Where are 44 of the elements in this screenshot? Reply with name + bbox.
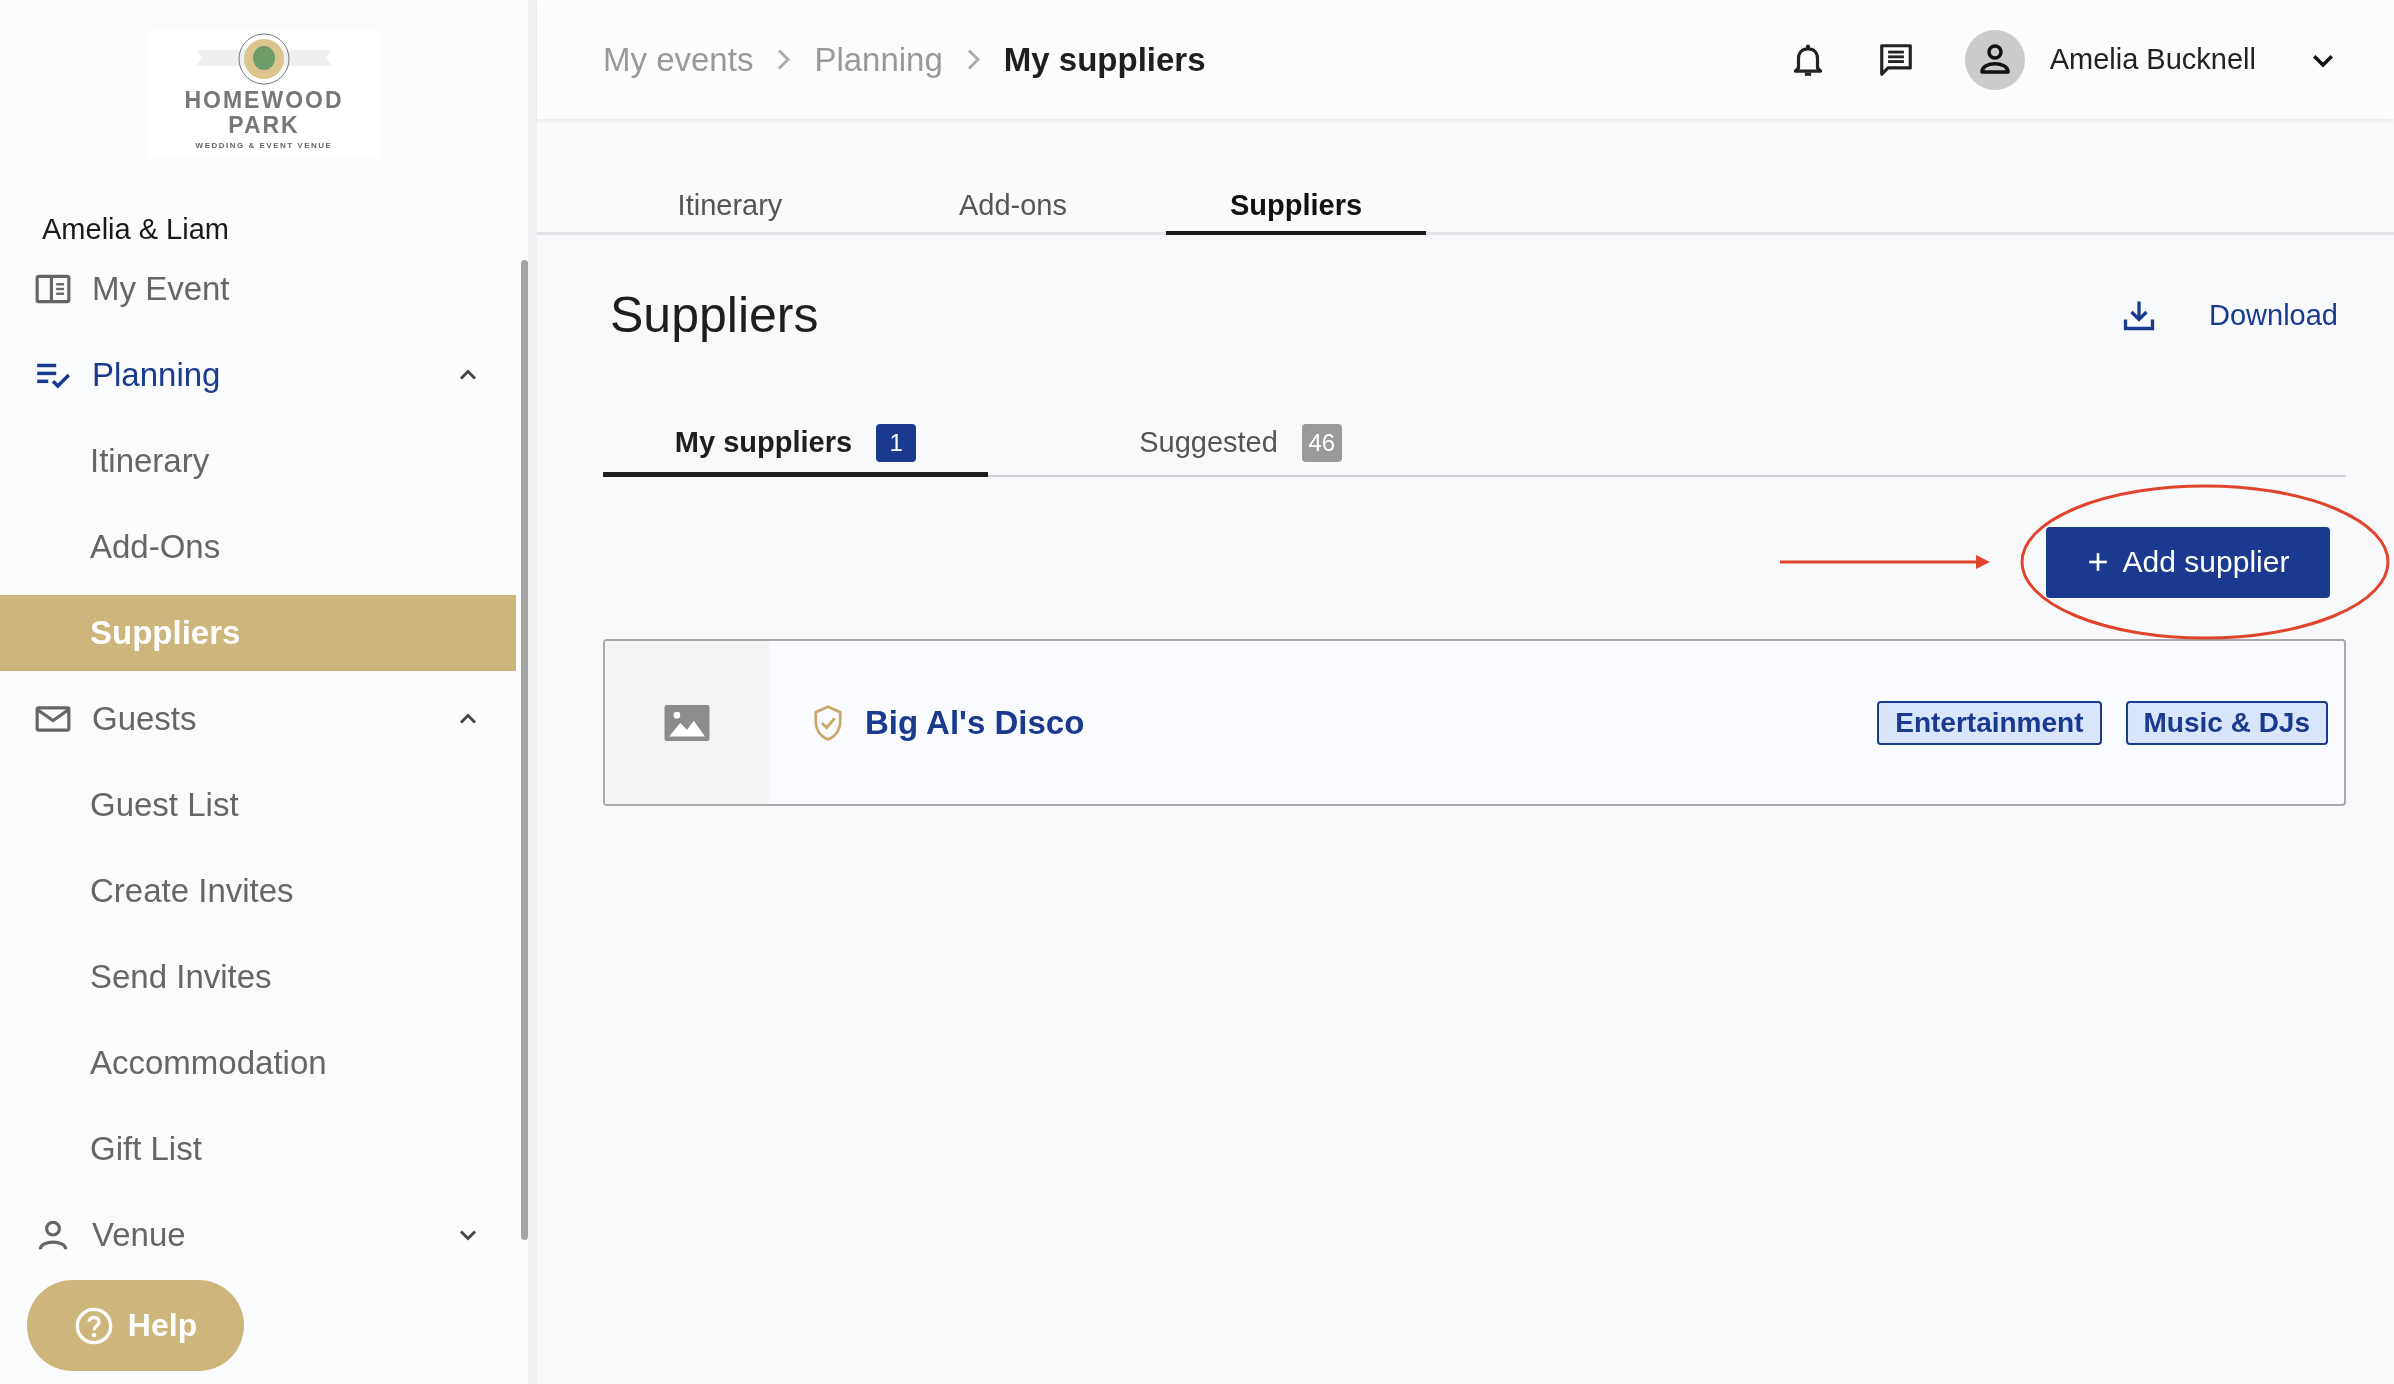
- sidebar-subitem[interactable]: Send Invites: [0, 939, 516, 1015]
- sidebar-item[interactable]: Guests: [0, 676, 516, 762]
- category-tag: Entertainment: [1877, 700, 2102, 745]
- category-tag: Music & DJs: [2125, 700, 2328, 745]
- chevron-right-icon: [777, 49, 791, 70]
- sidebar-item[interactable]: My Event: [0, 246, 516, 332]
- tab[interactable]: Suppliers: [1166, 189, 1426, 235]
- count-badge: 1: [876, 423, 917, 462]
- sidebar-subitem[interactable]: Create Invites: [0, 853, 516, 929]
- tab[interactable]: Itinerary: [600, 189, 860, 235]
- sidebar-subitem[interactable]: Itinerary: [0, 423, 516, 499]
- event-name: Amelia & Liam: [42, 212, 230, 246]
- tab[interactable]: Add-ons: [883, 189, 1143, 235]
- leaf-emblem-icon: [194, 32, 334, 88]
- subtab[interactable]: Suggested 46: [1048, 413, 1433, 477]
- count-badge: 46: [1301, 423, 1342, 462]
- sidebar-subitem[interactable]: Add-Ons: [0, 509, 516, 585]
- venue-logo: HOMEWOOD PARK WEDDING & EVENT VENUE: [148, 30, 380, 158]
- sidebar-subitem[interactable]: Accommodation: [0, 1025, 516, 1101]
- download-link[interactable]: Download: [2209, 298, 2338, 332]
- supplier-name[interactable]: Big Al's Disco: [865, 703, 1878, 742]
- sidebar-item[interactable]: Planning: [0, 332, 516, 418]
- breadcrumb-link[interactable]: My events: [603, 40, 754, 79]
- question-icon: [73, 1305, 114, 1346]
- sidebar-item-label: My Event: [92, 270, 231, 308]
- sidebar-item-label: Guests: [92, 700, 198, 738]
- subtab[interactable]: My suppliers 1: [603, 413, 988, 477]
- scrollbar-thumb[interactable]: [521, 260, 528, 1240]
- image-icon: [664, 704, 710, 741]
- subtab-label: Suggested: [1139, 426, 1278, 459]
- avatar-icon[interactable]: [1964, 29, 2025, 90]
- sidebar-subitem[interactable]: Guest List: [0, 767, 516, 843]
- supplier-card[interactable]: Big Al's Disco Entertainment Music & DJs: [603, 639, 2346, 806]
- user-name[interactable]: Amelia Bucknell: [2049, 43, 2256, 76]
- add-supplier-button[interactable]: Add supplier: [2046, 526, 2330, 598]
- sidebar-item-label: Venue: [92, 1216, 187, 1254]
- sidebar-item[interactable]: Venue: [0, 1192, 516, 1278]
- chevron-right-icon: [966, 49, 980, 70]
- subtab-label: My suppliers: [674, 426, 853, 459]
- plus-icon: [2086, 551, 2109, 573]
- sidebar-subitem[interactable]: Gift List: [0, 1111, 516, 1187]
- page-title: Suppliers: [610, 286, 819, 344]
- sidebar-item-label: Planning: [92, 356, 222, 394]
- breadcrumb-link[interactable]: Planning: [814, 40, 943, 79]
